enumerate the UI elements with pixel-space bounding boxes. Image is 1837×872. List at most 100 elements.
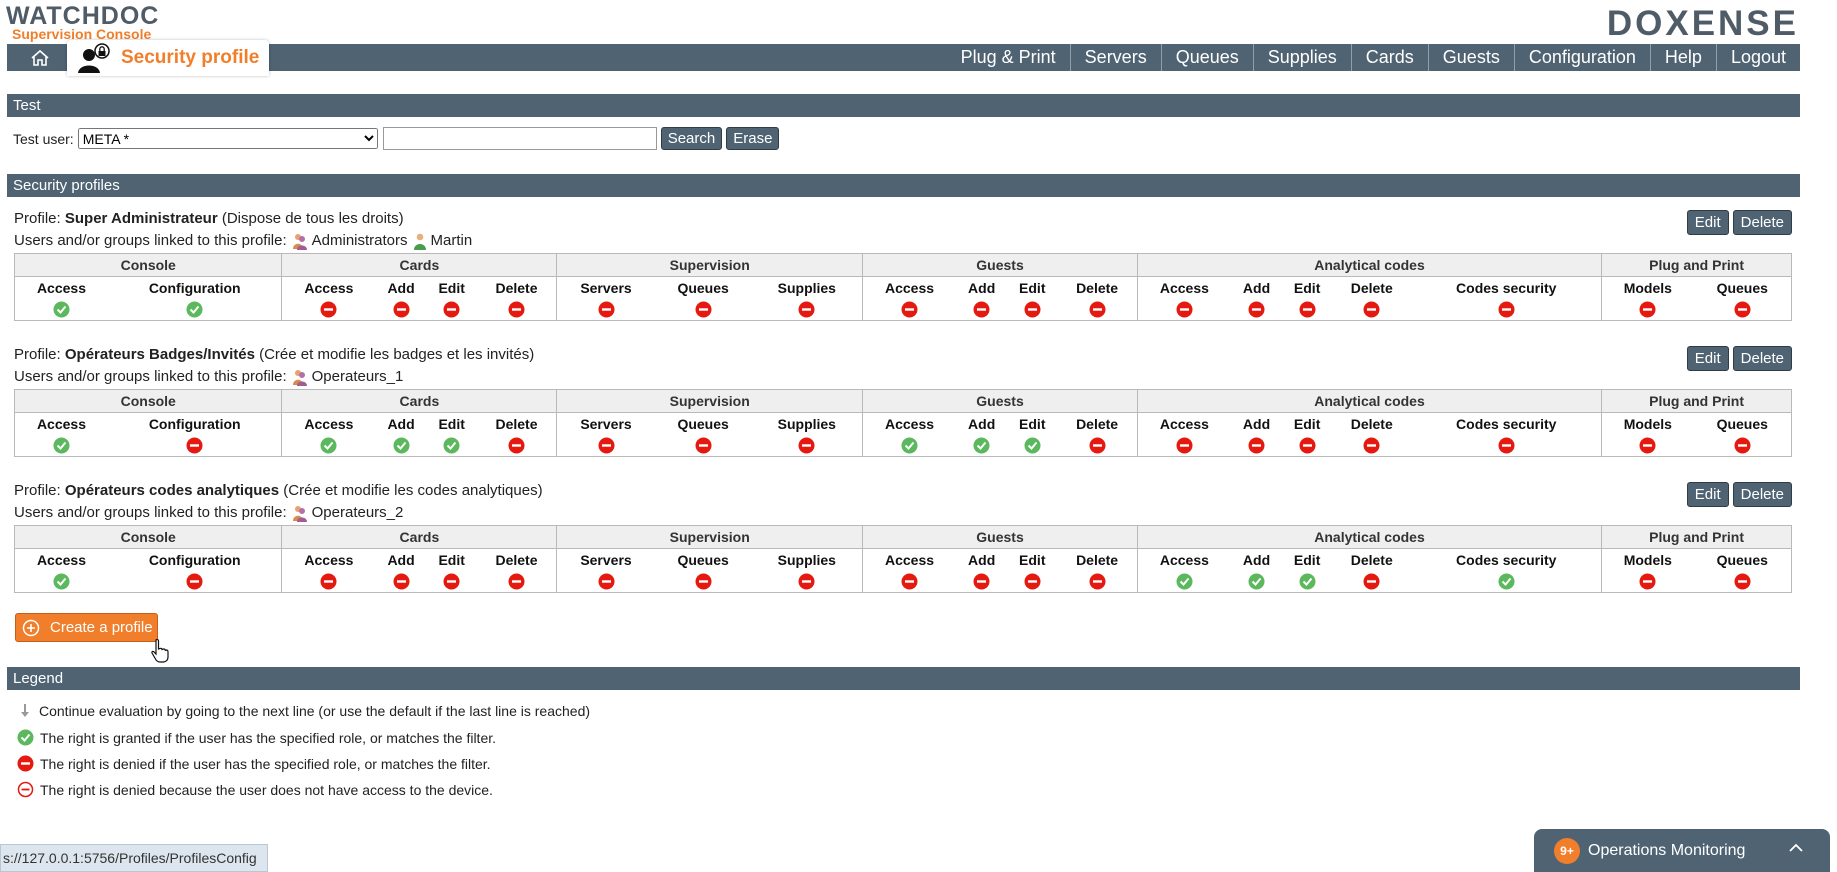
linked-user[interactable]: Martin (413, 230, 472, 252)
permission-cell (1136, 298, 1231, 321)
legend-header: Legend (7, 667, 1800, 690)
permission-cell (655, 434, 752, 457)
permissions-table: Console Cards Supervision Guests Analytical … (13, 253, 1792, 321)
permission-column-header: Add (387, 415, 415, 432)
permission-column-header: Edit (1019, 415, 1046, 432)
permission-cell (556, 298, 655, 321)
nav-help[interactable]: Help (1649, 44, 1716, 71)
permission-cell (1601, 298, 1694, 321)
denied-icon (695, 301, 712, 318)
permission-group-header: Cards (281, 525, 558, 549)
permission-cell (281, 570, 376, 593)
linked-user[interactable]: Operateurs_1 (292, 366, 403, 388)
permission-column-header: Supplies (777, 551, 836, 568)
permission-cell (1136, 570, 1231, 593)
profile-title: Profile: Super Administrateur (Dispose d… (14, 208, 1792, 230)
permission-group-header: Analytical codes (1136, 253, 1603, 277)
denied-icon (1089, 301, 1106, 318)
permissions-group-row: Console Cards Supervision Guests Analytical … (13, 525, 1792, 549)
permission-cell (1601, 434, 1694, 457)
permission-cell (108, 298, 282, 321)
permission-column-header: Queues (1716, 415, 1768, 432)
permission-column-header: Servers (556, 548, 655, 570)
test-user-select[interactable]: META * (77, 128, 378, 149)
permission-cell (1057, 434, 1137, 457)
permission-cell (477, 298, 557, 321)
nav-configuration[interactable]: Configuration (1513, 44, 1650, 71)
legend-item-continue: Continue evaluation by going to the next… (17, 703, 590, 719)
denied-icon (186, 437, 203, 454)
search-button[interactable]: Search (660, 127, 723, 150)
denied-icon (186, 573, 203, 590)
users-prefix: Users and/or groups linked to this profi… (14, 368, 287, 385)
ops-label: Operations Monitoring (1588, 841, 1746, 859)
nav-guests[interactable]: Guests (1427, 44, 1514, 71)
profile-block: Profile: Super Administrateur (Dispose d… (13, 208, 1792, 321)
permissions-icon-row (15, 434, 1792, 457)
delete-profile-button[interactable]: Delete (1732, 346, 1792, 371)
permission-column-header: Access (281, 548, 376, 570)
nav-plug-print[interactable]: Plug & Print (947, 44, 1070, 71)
nav-cards[interactable]: Cards (1350, 44, 1428, 71)
create-profile-button[interactable]: Create a profile (15, 613, 158, 642)
delete-profile-button[interactable]: Delete (1732, 210, 1792, 235)
granted-icon (186, 301, 203, 318)
edit-profile-button[interactable]: Edit (1686, 210, 1729, 235)
permission-cell (1332, 434, 1411, 457)
home-button[interactable] (15, 44, 65, 71)
permission-cell (1282, 570, 1332, 593)
users-prefix: Users and/or groups linked to this profi… (14, 504, 287, 521)
profile-name: Super Administrateur (64, 210, 218, 227)
denied-icon (1734, 573, 1751, 590)
permissions-column-row: Access Configuration Access Add Edit Delete Se… (15, 276, 1792, 298)
permission-cell (477, 570, 557, 593)
nav-queues[interactable]: Queues (1160, 44, 1253, 71)
permission-column-header: Add (387, 551, 415, 568)
main-navbar: Security profile Plug & Print Servers Qu… (7, 40, 1800, 76)
legend-text-granted: The right is granted if the user has the… (40, 729, 497, 746)
profile-actions: Edit Delete (1683, 210, 1792, 235)
nav-logout[interactable]: Logout (1715, 44, 1800, 71)
edit-profile-button[interactable]: Edit (1686, 346, 1729, 371)
permission-column-header: Queues (1716, 279, 1768, 296)
users-prefix: Users and/or groups linked to this profi… (14, 232, 287, 249)
permission-column-header: Access (1136, 412, 1231, 434)
permission-column-header: Delete (495, 279, 538, 296)
erase-button[interactable]: Erase (726, 127, 780, 150)
permission-column-header: Codes security (1456, 551, 1557, 568)
permission-column-header: Delete (495, 415, 538, 432)
nav-supplies[interactable]: Supplies (1252, 44, 1351, 71)
profile-title: Profile: Opérateurs codes analytiques (C… (14, 480, 1792, 502)
denied-icon (1363, 573, 1380, 590)
denied-icon (973, 301, 990, 318)
chevron-up-icon[interactable] (1788, 841, 1804, 855)
permissions-table: Console Cards Supervision Guests Analytical … (13, 525, 1792, 593)
permission-cell (956, 434, 1007, 457)
operations-monitoring-panel[interactable]: 9+ Operations Monitoring (1534, 829, 1830, 872)
permission-cell (1231, 298, 1282, 321)
permission-column-header: Delete (1076, 279, 1119, 296)
linked-user[interactable]: Operateurs_2 (292, 502, 403, 524)
permission-column-header: Queues (677, 279, 729, 296)
denied-icon (1089, 437, 1106, 454)
permission-column-header: Access (1136, 276, 1231, 298)
edit-profile-button[interactable]: Edit (1686, 482, 1729, 507)
permission-group-header: Supervision (556, 389, 864, 413)
nav-servers[interactable]: Servers (1069, 44, 1161, 71)
test-section-header: Test (7, 94, 1800, 117)
permission-column-header: Servers (556, 412, 655, 434)
permission-column-header: Access (36, 279, 86, 296)
permission-cell (15, 570, 108, 593)
permission-column-header: Codes security (1456, 415, 1557, 432)
profile-prefix: Profile: (14, 482, 61, 499)
linked-user-name: Administrators (311, 232, 408, 249)
permission-cell (15, 298, 108, 321)
permission-group-header: Console (13, 525, 283, 549)
test-user-input[interactable] (382, 127, 657, 150)
permission-column-header: Add (387, 279, 415, 296)
linked-user[interactable]: Administrators (292, 230, 408, 252)
group-icon (292, 505, 307, 522)
delete-profile-button[interactable]: Delete (1732, 482, 1792, 507)
permission-cell (956, 298, 1007, 321)
permission-cell (956, 570, 1007, 593)
